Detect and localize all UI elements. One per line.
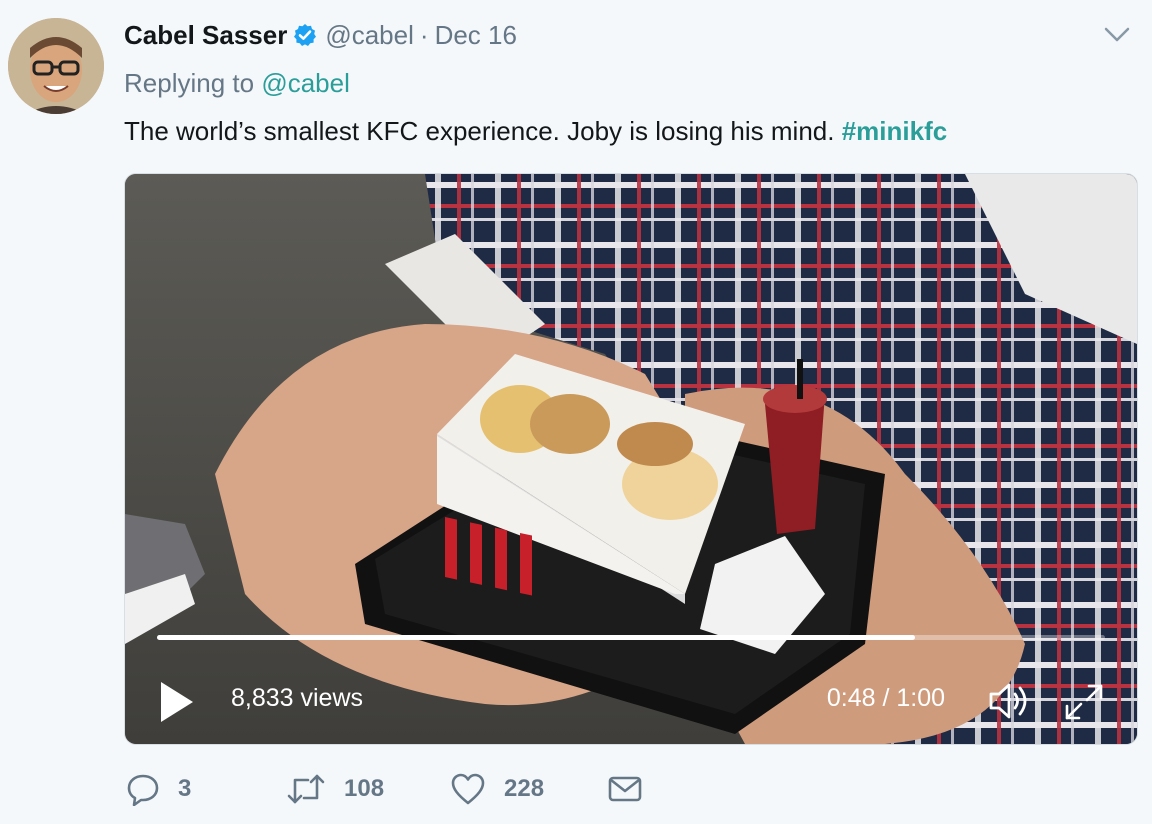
header-separator: · [419,19,429,50]
reply-icon [126,772,160,806]
message-icon [608,774,642,804]
author-name[interactable]: Cabel Sasser [124,20,287,51]
direct-message-button[interactable] [608,770,660,808]
video-progress-fill [157,635,916,640]
tweet-text: The world’s smallest KFC experience. Job… [124,116,947,147]
replying-handle-link[interactable]: @cabel [261,68,350,98]
video-time: 0:48 / 1:00 [826,684,945,712]
tweet-body: The world’s smallest KFC experience. Job… [124,116,835,146]
avatar[interactable] [8,18,104,114]
reply-count: 3 [178,775,192,802]
tweet-date[interactable]: Dec 16 [435,20,517,51]
retweet-icon [286,772,326,806]
retweet-button[interactable]: 108 [286,770,384,808]
video-player[interactable]: 8,833 views 0:48 / 1:00 [124,173,1138,745]
tweet-actions: 3 108 228 [126,770,726,810]
like-icon [450,772,486,806]
tweet-header: Cabel Sasser @cabel · Dec 16 [124,18,517,52]
chevron-down-icon[interactable] [1104,26,1130,44]
video-frame [125,174,1137,744]
play-icon[interactable] [157,680,197,724]
like-count: 228 [504,775,545,802]
tweet: Cabel Sasser @cabel · Dec 16 Replying to… [0,0,1152,824]
reply-button[interactable]: 3 [126,770,191,808]
fullscreen-icon[interactable] [1061,680,1107,724]
retweet-count: 108 [344,775,385,802]
hashtag-link[interactable]: #minikfc [842,116,948,146]
verified-badge-icon [293,23,317,47]
author-handle[interactable]: @cabel [325,20,414,51]
view-count: 8,833 views [231,684,364,712]
replying-prefix: Replying to [124,68,255,98]
like-button[interactable]: 228 [450,770,544,808]
video-progress-bar[interactable] [157,635,1105,640]
replying-to: Replying to @cabel [124,68,350,99]
volume-icon[interactable] [987,680,1033,722]
